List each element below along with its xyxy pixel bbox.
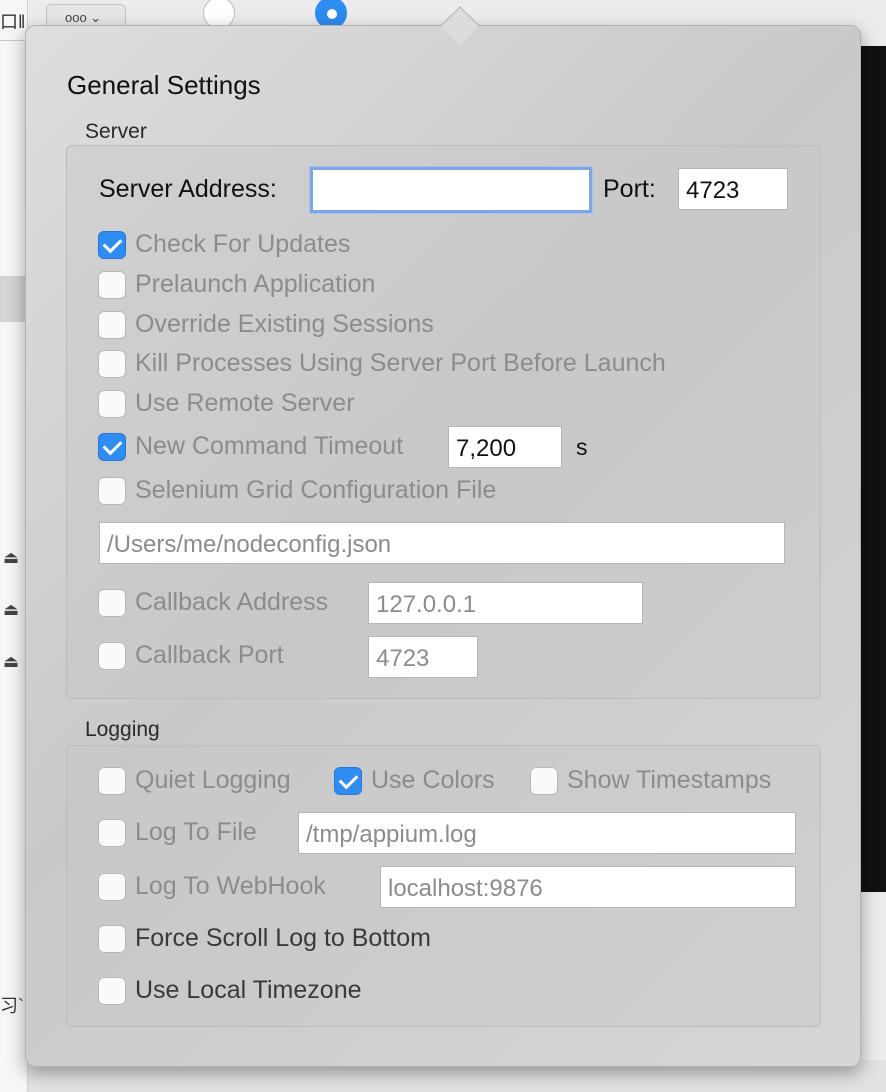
use-remote-server-checkbox[interactable] — [98, 390, 126, 418]
webhook-address-input[interactable]: localhost:9876 — [380, 866, 796, 908]
callback-address-checkbox[interactable] — [98, 589, 126, 617]
override-sessions-checkbox[interactable] — [98, 311, 126, 339]
prelaunch-application-checkbox[interactable] — [98, 271, 126, 299]
use-colors-checkbox[interactable] — [334, 767, 362, 795]
force-scroll-checkbox[interactable] — [98, 925, 126, 953]
log-to-webhook-checkbox[interactable] — [98, 873, 126, 901]
callback-port-input[interactable]: 4723 — [368, 636, 478, 678]
quiet-logging-label: Quiet Logging — [135, 766, 291, 794]
background-text-fragment: 习` — [0, 996, 24, 1016]
use-remote-server-label: Use Remote Server — [135, 389, 355, 417]
callback-port-label: Callback Port — [135, 641, 284, 669]
log-to-webhook-label: Log To WebHook — [135, 872, 326, 900]
logging-section-box: Quiet Logging Use Colors Show Timestamps… — [66, 745, 821, 1027]
callback-address-input[interactable]: 127.0.0.1 — [368, 582, 643, 624]
server-address-input[interactable] — [310, 167, 592, 213]
selenium-grid-checkbox[interactable] — [98, 477, 126, 505]
server-section-box: Server Address: Port: 4723 Check For Upd… — [66, 145, 821, 699]
new-command-timeout-checkbox[interactable] — [98, 433, 126, 461]
show-timestamps-checkbox[interactable] — [530, 767, 558, 795]
timeout-unit-label: s — [576, 434, 588, 460]
logging-section-label: Logging — [85, 718, 160, 741]
log-to-file-checkbox[interactable] — [98, 819, 126, 847]
port-label: Port: — [603, 175, 656, 203]
background-text-fragment: 口‖ — [0, 12, 26, 32]
new-command-timeout-input[interactable]: 7,200 — [448, 426, 562, 468]
callback-port-checkbox[interactable] — [98, 642, 126, 670]
local-timezone-checkbox[interactable] — [98, 977, 126, 1005]
server-address-label: Server Address: — [99, 175, 277, 203]
selenium-grid-path-input[interactable]: /Users/me/nodeconfig.json — [99, 522, 785, 564]
port-input[interactable]: 4723 — [678, 168, 788, 210]
log-file-path-input[interactable]: /tmp/appium.log — [298, 812, 796, 854]
prelaunch-application-label: Prelaunch Application — [135, 270, 376, 298]
override-sessions-label: Override Existing Sessions — [135, 310, 434, 338]
show-timestamps-label: Show Timestamps — [567, 766, 772, 794]
background-dark-panel — [860, 46, 886, 892]
eject-icon[interactable]: ⏏ — [3, 600, 19, 620]
kill-processes-checkbox[interactable] — [98, 350, 126, 378]
background-sidebar: 口‖ ⏏ ⏏ ⏏ 习` — [0, 0, 28, 1092]
kill-processes-label: Kill Processes Using Server Port Before … — [135, 349, 666, 377]
eject-icon[interactable]: ⏏ — [3, 548, 19, 568]
log-to-file-label: Log To File — [135, 818, 257, 846]
eject-icon[interactable]: ⏏ — [3, 652, 19, 672]
panel-title: General Settings — [67, 70, 261, 100]
quiet-logging-checkbox[interactable] — [98, 767, 126, 795]
check-for-updates-label: Check For Updates — [135, 230, 351, 258]
popover-arrow — [440, 6, 480, 46]
callback-address-label: Callback Address — [135, 588, 329, 616]
toolbar-divider — [0, 40, 28, 41]
local-timezone-label: Use Local Timezone — [135, 976, 362, 1004]
check-for-updates-checkbox[interactable] — [98, 231, 126, 259]
server-section-label: Server — [85, 120, 147, 143]
new-command-timeout-label: New Command Timeout — [135, 432, 404, 460]
use-colors-label: Use Colors — [371, 766, 495, 794]
general-settings-popover: General Settings Server Server Address: … — [25, 6, 861, 1067]
selenium-grid-label: Selenium Grid Configuration File — [135, 476, 497, 504]
force-scroll-label: Force Scroll Log to Bottom — [135, 924, 431, 952]
background-selected-row[interactable] — [0, 276, 28, 322]
